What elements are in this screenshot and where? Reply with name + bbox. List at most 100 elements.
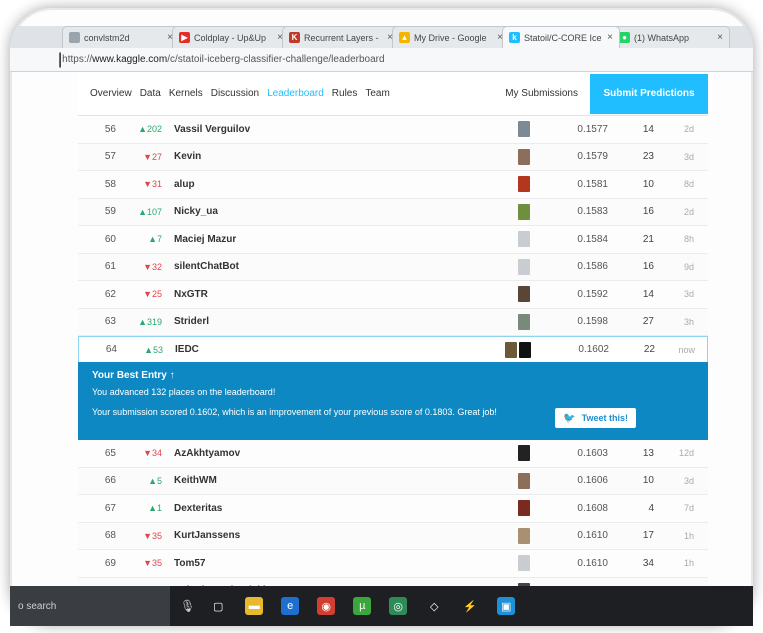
team-name[interactable]: silentChatBot	[174, 261, 474, 272]
leaderboard-row[interactable]: 66 ▲5 KeithWM 0.1606 10 3d	[78, 467, 708, 495]
team-name[interactable]: Striderl	[174, 316, 474, 327]
address-bar[interactable]: | https://www.kaggle.com/c/statoil-icebe…	[10, 48, 753, 72]
score-value: 0.1577	[577, 123, 608, 135]
utorrent-icon[interactable]: µ	[353, 597, 372, 615]
avatar[interactable]	[518, 527, 530, 544]
score-value: 0.1581	[577, 178, 608, 190]
browser-tab[interactable]: convlstm2d ×	[62, 26, 180, 48]
avatar[interactable]	[518, 286, 530, 303]
avatar[interactable]	[518, 148, 530, 165]
avatar[interactable]	[518, 231, 530, 248]
microphone-icon[interactable]: 🎙	[180, 599, 195, 613]
rank-change: ▲1	[148, 503, 162, 514]
team-name[interactable]: alup	[174, 179, 474, 190]
rank-change: ▼35	[143, 530, 162, 541]
leaderboard-row[interactable]: 62 ▼25 NxGTR 0.1592 14 3d	[78, 281, 708, 309]
avatar[interactable]	[518, 445, 530, 462]
avatar[interactable]	[518, 313, 530, 330]
leaderboard-table: 56 ▲202 Vassil Verguilov 0.1577 14 2d 57 ▼27 Kev…	[78, 116, 708, 364]
tab-title: convlstm2d	[84, 32, 130, 43]
nav-tab-overview[interactable]: Overview	[90, 88, 132, 99]
edge-icon[interactable]: e	[281, 597, 300, 615]
nav-tab-rules[interactable]: Rules	[332, 88, 358, 99]
team-name[interactable]: Maciej Mazur	[174, 234, 474, 245]
my-submissions-link[interactable]: My Submissions	[505, 88, 578, 99]
rank-number: 63	[104, 316, 116, 328]
avatar[interactable]	[518, 258, 530, 275]
avatar[interactable]	[518, 121, 530, 138]
file-explorer-icon[interactable]: ▬	[245, 597, 264, 615]
nav-tab-leaderboard[interactable]: Leaderboard	[267, 88, 324, 99]
best-entry-banner: Your Best Entry ↑ You advanced 132 place…	[78, 362, 708, 440]
nav-tab-team[interactable]: Team	[365, 88, 389, 99]
team-name[interactable]: Tom57	[174, 558, 474, 569]
chrome-icon[interactable]: ◉	[317, 597, 336, 615]
last-submission: 7d	[683, 503, 694, 514]
leaderboard-row[interactable]: 57 ▼27 Kevin 0.1579 23 3d	[78, 143, 708, 171]
team-name[interactable]: AzAkhtyamov	[174, 448, 474, 459]
nav-tab-data[interactable]: Data	[140, 88, 161, 99]
leaderboard-row[interactable]: 59 ▲107 Nicky_ua 0.1583 16 2d	[78, 198, 708, 226]
browser-tab-strip: convlstm2d × ▶ Coldplay - Up&Up × K Recurrent …	[10, 26, 753, 48]
rank-number: 68	[104, 530, 116, 542]
leaderboard-row[interactable]: 61 ▼32 silentChatBot 0.1586 16 9d	[78, 253, 708, 281]
browser-tab[interactable]: ● (1) WhatsApp ×	[612, 26, 730, 48]
team-name[interactable]: KurtJanssens	[174, 530, 474, 541]
score-value: 0.1579	[577, 151, 608, 163]
avatar[interactable]	[518, 203, 530, 220]
avatar[interactable]	[519, 341, 531, 358]
browser-tab[interactable]: k Statoil/C-CORE Ice ×	[502, 26, 620, 48]
entries-count: 16	[642, 206, 654, 218]
tab-favicon-icon: ▲	[399, 32, 410, 43]
nav-tab-kernels[interactable]: Kernels	[169, 88, 203, 99]
leaderboard-row[interactable]: 69 ▼35 Tom57 0.1610 34 1h	[78, 550, 708, 578]
leaderboard-row[interactable]: 60 ▲7 Maciej Mazur 0.1584 21 8h	[78, 226, 708, 254]
leaderboard-row[interactable]: 68 ▼35 KurtJanssens 0.1610 17 1h	[78, 522, 708, 550]
rank-change: ▼35	[143, 558, 162, 569]
avatar[interactable]	[505, 341, 517, 358]
tweet-this-button[interactable]: 🐦 Tweet this!	[555, 408, 636, 428]
close-tab-icon[interactable]: ×	[717, 32, 723, 43]
avatar[interactable]	[518, 472, 530, 489]
avatar[interactable]	[518, 500, 530, 517]
team-name[interactable]: Nicky_ua	[174, 206, 474, 217]
leaderboard-row[interactable]: 56 ▲202 Vassil Verguilov 0.1577 14 2d	[78, 116, 708, 144]
team-name[interactable]: Dexteritas	[174, 503, 474, 514]
team-name[interactable]: Kevin	[174, 151, 474, 162]
entries-count: 34	[642, 557, 654, 569]
close-tab-icon[interactable]: ×	[607, 32, 613, 43]
team-avatars	[474, 258, 530, 275]
rank-number: 58	[104, 178, 116, 190]
avatar[interactable]	[518, 176, 530, 193]
submit-predictions-button[interactable]: Submit Predictions	[590, 73, 708, 114]
remote-icon[interactable]: ▣	[497, 597, 516, 615]
browser-tab[interactable]: K Recurrent Layers - ×	[282, 26, 400, 48]
app-green-icon[interactable]: ◎	[389, 597, 408, 615]
tab-title: (1) WhatsApp	[634, 32, 690, 43]
avatar[interactable]	[518, 555, 530, 572]
leaderboard-row[interactable]: 58 ▼31 alup 0.1581 10 8d	[78, 171, 708, 199]
rank-number: 59	[104, 206, 116, 218]
tweet-label: Tweet this!	[581, 413, 628, 423]
browser-tab[interactable]: ▲ My Drive - Google ×	[392, 26, 510, 48]
twitter-bird-icon: 🐦	[563, 412, 576, 424]
leaderboard-row[interactable]: 64 ▲53 IEDC 0.1602 22 now	[78, 336, 708, 364]
team-name[interactable]: KeithWM	[174, 475, 474, 486]
windows-taskbar: o search 🎙 ▢ ▬ e ◉ µ ◎ ◇ ⚡ ▣	[10, 586, 753, 626]
team-name[interactable]: IEDC	[175, 344, 475, 355]
score-value: 0.1610	[577, 557, 608, 569]
leaderboard-row[interactable]: 67 ▲1 Dexteritas 0.1608 4 7d	[78, 495, 708, 523]
team-name[interactable]: Vassil Verguilov	[174, 124, 474, 135]
network-icon[interactable]: ⚡	[461, 597, 479, 615]
rank-number: 67	[104, 502, 116, 514]
best-entry-advanced: You advanced 132 places on the leaderboa…	[92, 387, 276, 397]
leaderboard-row[interactable]: 63 ▲319 Striderl 0.1598 27 3h	[78, 308, 708, 336]
task-view-icon[interactable]: ▢	[209, 597, 227, 615]
taskbar-search-box[interactable]: o search	[10, 586, 170, 626]
url-text[interactable]: https://www.kaggle.com/c/statoil-iceberg…	[62, 54, 384, 65]
team-name[interactable]: NxGTR	[174, 289, 474, 300]
nav-tab-discussion[interactable]: Discussion	[211, 88, 259, 99]
box-icon[interactable]: ◇	[425, 597, 443, 615]
leaderboard-row[interactable]: 65 ▼34 AzAkhtyamov 0.1603 13 12d	[78, 440, 708, 468]
browser-tab[interactable]: ▶ Coldplay - Up&Up ×	[172, 26, 290, 48]
